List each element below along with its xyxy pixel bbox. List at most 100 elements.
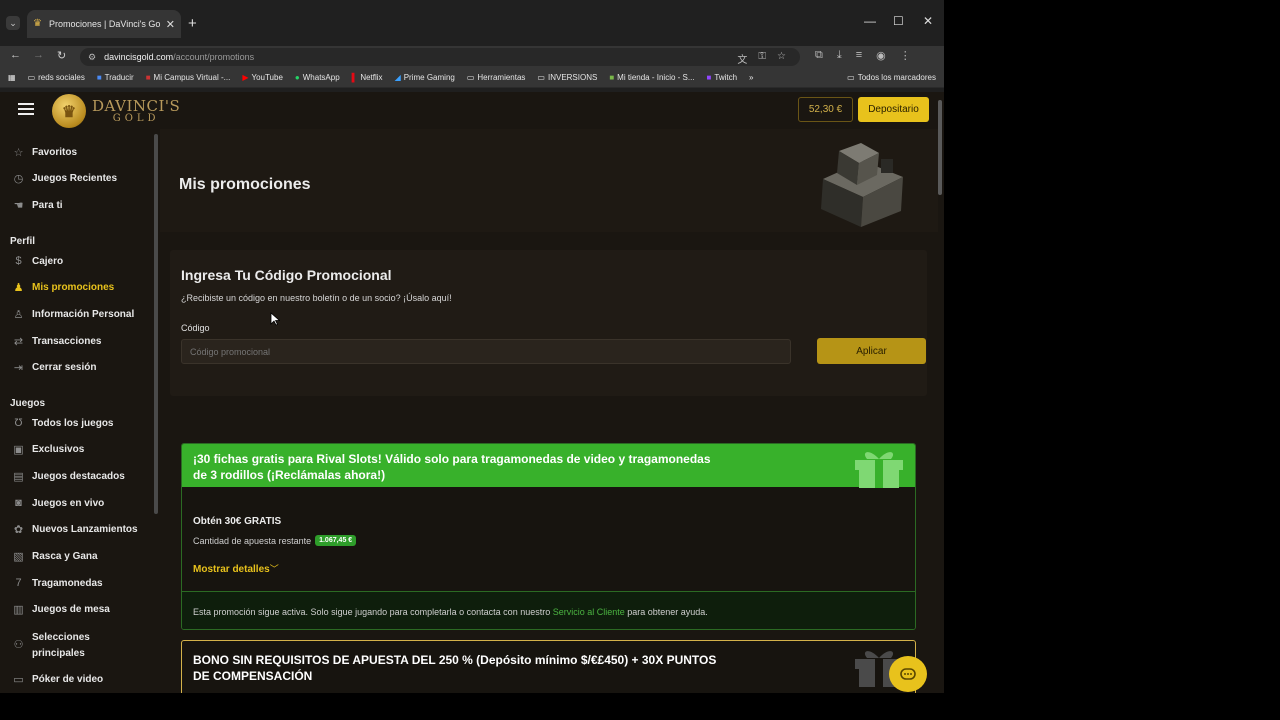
bookmark-item[interactable]: ■ Mi Campus Virtual -... (146, 73, 231, 82)
menu-kebab-icon[interactable]: ⋮ (900, 49, 911, 62)
download-icon[interactable]: ⤓ (837, 49, 842, 62)
sidebar-heading-juegos: Juegos (10, 398, 46, 409)
apply-button[interactable]: Aplicar (817, 338, 926, 364)
reload-icon[interactable]: ↻ (57, 49, 66, 62)
sidebar-item-informacion-personal[interactable]: ♙ Información Personal (12, 308, 135, 321)
poker-icon: ▭ (13, 674, 24, 686)
site-header: ♛ DAVINCI'S GOLD 52,30 € Depositario (0, 92, 944, 129)
sidebar-item-cerrar-sesion[interactable]: ⇥ Cerrar sesión (12, 361, 97, 374)
tab-title: Promociones | DaVinci's Gold (49, 19, 160, 29)
netflix-icon: ▌ (351, 73, 358, 82)
page-hero: Mis promociones (160, 129, 938, 232)
apps-grid-icon[interactable]: ▦ (8, 73, 16, 82)
site-info-icon[interactable]: ⚙ (88, 52, 96, 63)
slots-icon: 7 (15, 577, 22, 589)
promo-code-input[interactable] (181, 339, 791, 364)
sidebar: ☆ Favoritos ◷ Juegos Recientes ☚ Para ti Pe… (0, 129, 160, 693)
chevron-down-icon: ﹀ (269, 564, 279, 574)
close-tab-icon[interactable]: ✕ (166, 18, 175, 31)
profile-icon[interactable]: ◉ (876, 49, 886, 62)
translate-page-icon[interactable]: 文 (737, 51, 747, 66)
more-bookmarks-icon[interactable]: » (749, 73, 753, 82)
chat-bubble-icon (900, 668, 916, 680)
promo-code-subtitle: ¿Recibiste un código en nuestro boletín … (181, 293, 452, 303)
bookmark-item[interactable]: ◢ Prime Gaming (395, 73, 455, 82)
bookmark-item[interactable]: ▶ YouTube (242, 73, 283, 82)
tab-search-icon[interactable]: ⌄ (6, 16, 20, 30)
bookmark-item[interactable]: ■ Twitch (707, 73, 738, 82)
address-bar[interactable]: ⚙ davincisgold.com/account/promotions 文 … (80, 48, 800, 66)
sidebar-item-mis-promociones[interactable]: ♟ Mis promociones (12, 281, 115, 294)
bookmark-item[interactable]: ▌ Netflix (352, 73, 383, 82)
password-key-icon[interactable]: ⚿ (758, 51, 766, 66)
maximize-icon[interactable]: ☐ (893, 14, 904, 28)
sidebar-item-poker-de-video[interactable]: ▭ Póker de video (12, 673, 103, 686)
bookmark-item[interactable]: ● WhatsApp (295, 73, 340, 82)
mouse-cursor-icon (270, 312, 280, 326)
transfer-icon: ⇄ (13, 336, 24, 348)
promo-code-card: Ingresa Tu Código Promocional ¿Recibiste… (170, 250, 927, 396)
sidebar-item-juegos-recientes[interactable]: ◷ Juegos Recientes (12, 172, 117, 185)
promo-code-title: Ingresa Tu Código Promocional (181, 267, 392, 283)
picks-icon: ⚇ (13, 639, 24, 651)
sidebar-item-rasca-y-gana[interactable]: ▧ Rasca y Gana (12, 550, 97, 563)
media-icon[interactable]: ≡ (856, 49, 862, 62)
sidebar-item-nuevos-lanzamientos[interactable]: ✿ Nuevos Lanzamientos (12, 523, 138, 536)
sidebar-item-transacciones[interactable]: ⇄ Transacciones (12, 335, 102, 348)
extensions-icon[interactable]: ⧉ (815, 49, 823, 62)
forward-icon[interactable]: → (33, 49, 44, 61)
bookmark-item[interactable]: ■ Traducir (97, 73, 134, 82)
whatsapp-icon: ● (294, 73, 300, 82)
promotion-card-free-chips: ¡30 fichas gratis para Rival Slots! Váli… (181, 443, 916, 630)
chat-button[interactable] (889, 656, 927, 692)
logo-line1: DAVINCI'S (92, 96, 181, 115)
new-tab-icon[interactable]: + (188, 15, 197, 32)
deposit-button[interactable]: Depositario (858, 97, 929, 122)
bookmark-item[interactable]: ■ Mi tienda - Inicio - S... (609, 73, 694, 82)
gift-icon (855, 452, 903, 488)
customer-service-link[interactable]: Servicio al Cliente (553, 607, 625, 617)
sidebar-item-selecciones-principales[interactable]: ⚇ Selecciones principales (12, 630, 132, 662)
hamburger-menu-icon[interactable] (18, 103, 34, 115)
sidebar-item-todos-los-juegos[interactable]: Ʊ Todos los juegos (12, 417, 113, 429)
scratch-icon: ▧ (13, 551, 24, 563)
back-icon[interactable]: ← (10, 49, 21, 61)
balance-button[interactable]: 52,30 € (798, 97, 853, 122)
youtube-icon: ▶ (242, 73, 249, 82)
translate-icon: ■ (96, 73, 102, 82)
page-scrollbar[interactable] (938, 100, 942, 195)
promotion-title: ¡30 fichas gratis para Rival Slots! Váli… (193, 452, 711, 482)
code-label: Código (181, 323, 210, 333)
bookmark-item[interactable]: ▭ INVERSIONS (537, 73, 597, 82)
all-bookmarks[interactable]: ▭ Todos los marcadores (847, 73, 936, 82)
bookmark-star-icon[interactable]: ☆ (777, 51, 786, 66)
tab-active[interactable]: ♛ Promociones | DaVinci's Gold ✕ (27, 10, 181, 38)
promotion-obtain: Obtén 30€ GRATIS (193, 516, 282, 527)
page-content: ♛ DAVINCI'S GOLD 52,30 € Depositario ☆ Fa… (0, 92, 944, 693)
sidebar-item-para-ti[interactable]: ☚ Para ti (12, 199, 63, 212)
sidebar-scrollbar[interactable] (154, 134, 158, 514)
bookmark-item[interactable]: ▭ reds sociales (28, 73, 85, 82)
url-path: /account/promotions (173, 52, 255, 62)
sidebar-item-juegos-destacados[interactable]: ▤ Juegos destacados (12, 470, 125, 483)
sidebar-heading-perfil: Perfil (10, 236, 36, 247)
wager-remaining-badge: 1.067,45 € (315, 535, 357, 546)
minimize-icon[interactable]: — (864, 14, 876, 28)
sidebar-item-juegos-de-mesa[interactable]: ▥ Juegos de mesa (12, 603, 110, 616)
sidebar-item-juegos-en-vivo[interactable]: ◙ Juegos en vivo (12, 497, 104, 509)
star-icon: ☆ (13, 147, 24, 159)
bookmark-item[interactable]: ▭ Herramientas (467, 73, 526, 82)
sidebar-item-exclusivos[interactable]: ▣ Exclusivos (12, 443, 84, 456)
new-icon: ✿ (13, 524, 24, 536)
prime-icon: ◢ (394, 73, 401, 82)
show-details-link[interactable]: Mostrar detalles﹀ (193, 562, 279, 575)
close-window-icon[interactable]: ✕ (923, 14, 933, 28)
sidebar-item-favoritos[interactable]: ☆ Favoritos (12, 146, 77, 159)
logo-line2: GOLD (112, 112, 160, 124)
sidebar-item-cajero[interactable]: $ Cajero (12, 255, 63, 267)
site-logo[interactable]: ♛ DAVINCI'S GOLD (52, 94, 180, 128)
page-title: Mis promociones (179, 176, 311, 193)
sidebar-item-tragamonedas[interactable]: 7 Tragamonedas (12, 577, 102, 589)
wager-remaining-label: Cantidad de apuesta restante (193, 535, 312, 546)
horseshoe-icon: Ʊ (14, 417, 23, 429)
